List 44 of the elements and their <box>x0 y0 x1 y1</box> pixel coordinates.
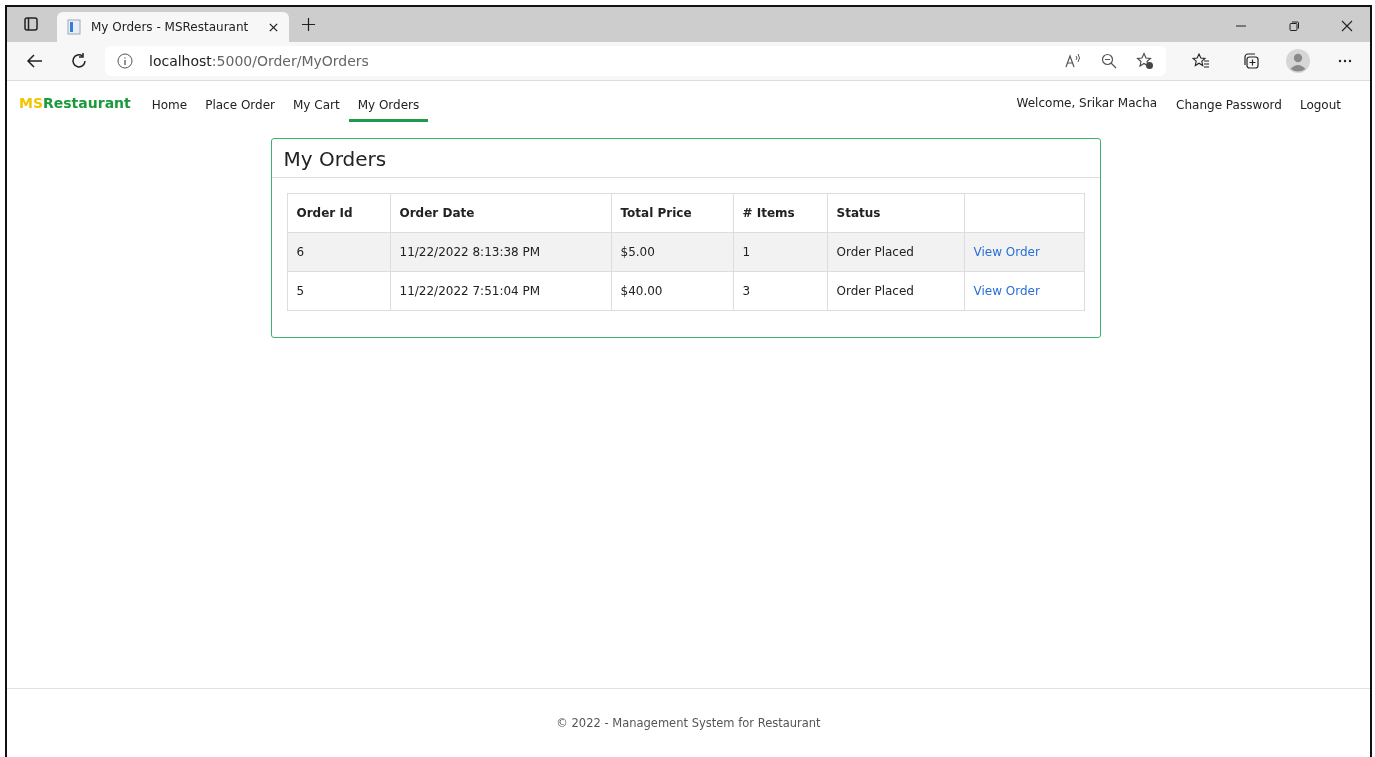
page-icon <box>67 19 81 35</box>
table-cell: $5.00 <box>611 232 733 272</box>
view-order-link[interactable]: View Order <box>973 245 1040 259</box>
table-cell: Order Placed <box>827 271 964 311</box>
card-title: My Orders <box>271 139 1100 178</box>
table-cell: 6 <box>287 232 390 272</box>
nav-link[interactable]: Change Password <box>1167 90 1291 122</box>
footer-text: © 2022 - Management System for Restaurant <box>556 716 821 730</box>
column-header: Status <box>827 193 964 233</box>
column-header: # Items <box>733 193 827 233</box>
read-aloud-icon[interactable] <box>1064 52 1082 70</box>
new-tab-icon[interactable] <box>301 17 316 32</box>
browser-tab[interactable]: My Orders - MSRestaurant <box>57 12 289 42</box>
column-header: Order Id <box>287 193 390 233</box>
restore-icon[interactable] <box>1288 20 1300 32</box>
nav-link[interactable]: My Orders <box>348 90 429 122</box>
column-header: Order Date <box>390 193 611 233</box>
table-cell: Order Placed <box>827 232 964 272</box>
welcome-text: Welcome, Srikar Macha <box>1016 96 1158 110</box>
nav-link[interactable]: Place Order <box>196 90 284 122</box>
table-cell: $40.00 <box>611 271 733 311</box>
nav-link[interactable]: Logout <box>1290 90 1350 122</box>
table-cell: 3 <box>733 271 827 311</box>
table-cell: 5 <box>287 271 390 311</box>
tab-actions-icon[interactable] <box>23 16 39 32</box>
zoom-out-icon[interactable] <box>1100 52 1118 70</box>
nav-link[interactable]: My Cart <box>284 90 349 122</box>
view-order-link[interactable]: View Order <box>973 284 1040 298</box>
add-favorite-icon[interactable] <box>1136 52 1154 70</box>
column-header: Total Price <box>611 193 733 233</box>
address-field[interactable]: localhost:5000/Order/MyOrders <box>105 46 1166 76</box>
brand-logo[interactable]: MSRestaurant <box>19 95 131 111</box>
collections-icon[interactable] <box>1242 52 1260 70</box>
table-cell: 1 <box>733 232 827 272</box>
profile-avatar-icon[interactable] <box>1286 49 1310 73</box>
favorites-icon[interactable] <box>1192 52 1210 70</box>
table-cell: 11/22/2022 8:13:38 PM <box>390 232 611 272</box>
close-window-icon[interactable] <box>1341 20 1353 32</box>
close-icon[interactable] <box>268 21 279 33</box>
info-icon <box>117 53 133 69</box>
back-icon[interactable] <box>26 52 44 70</box>
table-cell: 11/22/2022 7:51:04 PM <box>390 271 611 311</box>
refresh-icon[interactable] <box>70 52 88 70</box>
nav-link[interactable]: Home <box>142 90 197 122</box>
